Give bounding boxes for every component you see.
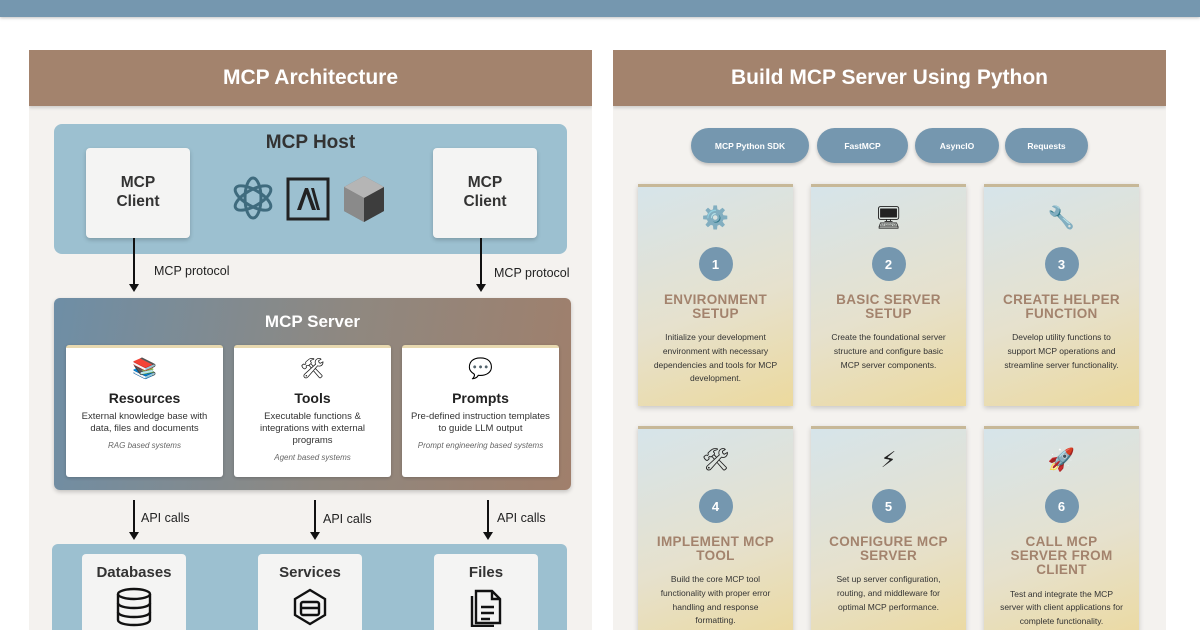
- step-description: Set up server configuration, routing, an…: [836, 574, 941, 612]
- step-card-4: 🛠 4 IMPLEMENT MCP TOOL Build the core MC…: [638, 426, 793, 630]
- resources-card: 📚 Resources External knowledge base with…: [66, 345, 223, 477]
- card-title: Tools: [294, 390, 331, 406]
- step-description: Develop utility functions to support MCP…: [1004, 332, 1119, 370]
- step-title: BASIC SERVER SETUP: [836, 292, 941, 322]
- protocol-arrow-left: [129, 238, 139, 292]
- rocket-icon: 🚀: [1047, 447, 1076, 472]
- step-card-6: 🚀 6 CALL MCP SERVER FROM CLIENT Test and…: [984, 426, 1139, 630]
- card-note: Agent based systems: [274, 452, 351, 462]
- backend-systems: Databases Services Files: [52, 544, 567, 630]
- tools-icon: 🛠: [299, 358, 326, 380]
- api-label-3: API calls: [497, 511, 546, 525]
- api-arrow-2: [310, 500, 320, 540]
- step-description: Test and integrate the MCP server with c…: [1000, 588, 1123, 626]
- step-number: 6: [1044, 489, 1079, 523]
- mcp-server: MCP Server 📚 Resources External knowledg…: [54, 298, 571, 490]
- step-card-1: ⚙️ 1 ENVIRONMENT SETUP Initialize your d…: [638, 184, 793, 406]
- protocol-arrow-right: [476, 238, 486, 292]
- prompts-card: 💬 Prompts Pre-defined instruction templa…: [402, 345, 559, 477]
- protocol-label-left: MCP protocol: [154, 264, 230, 278]
- panel-title: Build MCP Server Using Python: [613, 50, 1166, 106]
- step-card-3: 🔧 3 CREATE HELPER FUNCTION Develop utili…: [984, 184, 1139, 406]
- files-label: Files: [468, 564, 504, 581]
- top-bar: [0, 0, 1200, 17]
- step-number: 4: [698, 489, 733, 523]
- api-arrow-1: [129, 500, 139, 540]
- computer-icon: 🖥: [874, 205, 903, 230]
- pill-mcp-python-sdk: MCP Python SDK: [691, 128, 809, 163]
- api-arrow-3: [483, 500, 493, 540]
- files-icon: [470, 589, 502, 628]
- step-description: Create the foundational server structure…: [831, 332, 946, 370]
- files-card: Files: [434, 554, 538, 630]
- anthropic-logo: [286, 177, 330, 221]
- api-label-2: API calls: [323, 512, 372, 526]
- api-label-1: API calls: [141, 511, 190, 525]
- speech-bubble-icon: 💬: [468, 358, 493, 380]
- mcp-client-left: MCP Client: [86, 148, 190, 238]
- card-note: Prompt engineering based systems: [417, 440, 544, 450]
- books-icon: 📚: [132, 358, 157, 380]
- step-title: CONFIGURE MCP SERVER: [829, 534, 948, 564]
- database-icon: [116, 587, 152, 627]
- databases-card: Databases: [82, 554, 186, 630]
- card-title: Resources: [108, 390, 181, 406]
- openai-logo: [233, 176, 273, 220]
- step-number: 5: [871, 489, 906, 523]
- step-description: Build the core MCP tool functionality wi…: [660, 574, 771, 626]
- step-number: 3: [1044, 247, 1079, 281]
- pill-fastmcp: FastMCP: [817, 128, 908, 163]
- mcp-client-right: MCP Client: [433, 148, 537, 238]
- step-number: 1: [698, 247, 733, 281]
- panel-title: MCP Architecture: [29, 50, 592, 106]
- tools-card: 🛠 Tools Executable functions & integrati…: [234, 345, 391, 477]
- card-note: RAG based systems: [108, 440, 181, 450]
- service-icon: [293, 588, 327, 626]
- mcp-host: MCP Host MCP Client MCP Client: [54, 124, 567, 254]
- wrench-icon: 🔧: [1047, 205, 1076, 230]
- pill-requests: Requests: [1005, 128, 1088, 163]
- perplexity-logo: [344, 176, 384, 222]
- step-title: CREATE HELPER FUNCTION: [1003, 292, 1120, 322]
- mcp-architecture-panel: MCP Architecture MCP Host MCP Client MCP…: [29, 50, 592, 630]
- pill-asyncio: AsyncIO: [915, 128, 999, 163]
- services-label: Services: [279, 564, 341, 581]
- build-server-panel: Build MCP Server Using Python MCP Python…: [613, 50, 1166, 630]
- card-description: Executable functions & integrations with…: [259, 411, 366, 446]
- step-title: CALL MCP SERVER FROM CLIENT: [1010, 534, 1113, 578]
- protocol-label-right: MCP protocol: [494, 266, 570, 280]
- tools-icon: 🛠: [701, 447, 730, 472]
- step-card-5: ⚡ 5 CONFIGURE MCP SERVER Set up server c…: [811, 426, 966, 630]
- step-description: Initialize your development environment …: [653, 332, 778, 384]
- card-description: Pre-defined instruction templates to gui…: [411, 411, 550, 434]
- services-card: Services: [258, 554, 362, 630]
- step-title: ENVIRONMENT SETUP: [663, 292, 768, 322]
- card-description: External knowledge base with data, files…: [81, 411, 208, 434]
- gear-icon: ⚙️: [701, 205, 730, 230]
- step-title: IMPLEMENT MCP TOOL: [656, 534, 775, 564]
- databases-label: Databases: [96, 564, 172, 581]
- card-title: Prompts: [452, 390, 509, 406]
- server-title: MCP Server: [264, 312, 361, 331]
- step-card-2: 🖥 2 BASIC SERVER SETUP Create the founda…: [811, 184, 966, 406]
- step-number: 2: [871, 247, 906, 281]
- lightning-icon: ⚡: [880, 447, 897, 472]
